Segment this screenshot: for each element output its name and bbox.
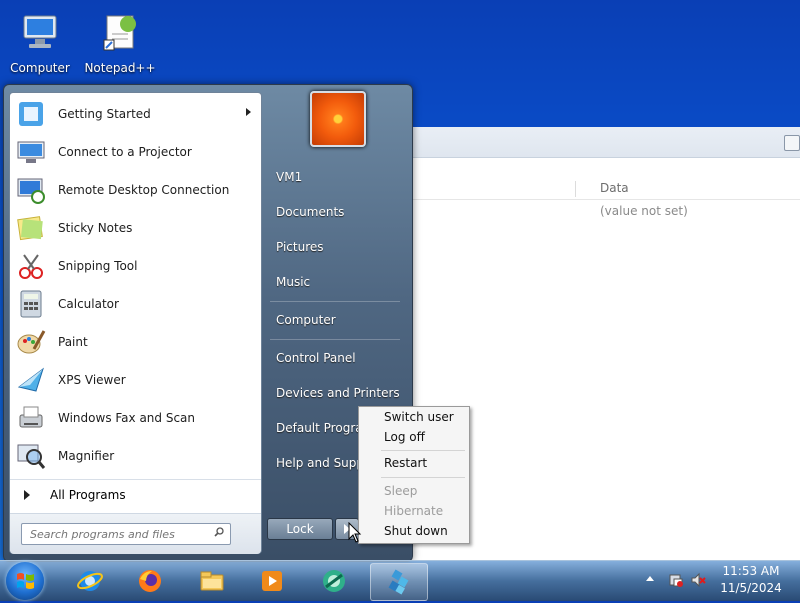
program-label: Remote Desktop Connection [58, 183, 230, 197]
program-fax-scan[interactable]: Windows Fax and Scan [10, 399, 261, 437]
paint-icon [17, 330, 46, 354]
program-xps-viewer[interactable]: XPS Viewer [10, 361, 261, 399]
right-item-devices-printers[interactable]: Devices and Printers [268, 383, 424, 403]
desktop-icon-label: Computer [10, 61, 70, 75]
speaker-muted-icon[interactable] [690, 572, 706, 588]
menu-separator [381, 450, 465, 451]
program-magnifier[interactable]: Magnifier [10, 437, 261, 475]
projector-icon [17, 141, 45, 163]
right-item-pictures[interactable]: Pictures [268, 237, 424, 257]
taskbar-registry-editor[interactable] [370, 563, 428, 601]
user-picture-avatar[interactable] [310, 91, 366, 147]
program-getting-started[interactable]: Getting Started [10, 95, 261, 133]
all-programs-label: All Programs [50, 488, 126, 502]
internet-explorer-icon [77, 571, 103, 591]
window-titlebar[interactable] [405, 127, 800, 158]
program-snipping-tool[interactable]: Snipping Tool [10, 247, 261, 285]
clock-date: 11/5/2024 [720, 581, 782, 595]
program-label: Magnifier [58, 449, 115, 463]
menu-item-hibernate: Hibernate [384, 504, 444, 518]
getting-started-icon [19, 102, 43, 126]
file-explorer-icon [200, 571, 224, 591]
search-area [10, 513, 261, 554]
search-input[interactable] [28, 524, 212, 544]
desktop-icon-notepadpp[interactable]: Notepad++ [84, 4, 156, 75]
search-box[interactable] [21, 523, 231, 545]
program-sticky-notes[interactable]: Sticky Notes [10, 209, 261, 247]
mouse-cursor-icon [348, 522, 362, 543]
program-calculator[interactable]: Calculator [10, 285, 261, 323]
submenu-arrow-icon [246, 108, 251, 116]
windows-logo-icon [17, 573, 34, 589]
taskbar-file-explorer[interactable] [186, 563, 238, 599]
menu-item-shut-down[interactable]: Shut down [359, 521, 469, 541]
menu-item-log-off[interactable]: Log off [359, 427, 469, 447]
xps-viewer-icon [17, 367, 44, 392]
right-item-vm1[interactable]: VM1 [268, 167, 424, 187]
expand-arrow-icon [24, 490, 30, 500]
taskbar-media-player[interactable] [246, 563, 298, 599]
taskbar-internet-explorer[interactable] [64, 563, 116, 599]
program-paint[interactable]: Paint [10, 323, 261, 361]
computer-icon [23, 15, 57, 48]
column-separator[interactable] [575, 181, 576, 197]
taskbar-firefox[interactable] [124, 563, 176, 599]
power-options-menu: Switch user Log off Restart Sleep Hibern… [358, 406, 470, 544]
taskbar-disk-cleanup[interactable] [308, 563, 360, 599]
disk-cleanup-icon [323, 570, 345, 592]
lock-button[interactable]: Lock [267, 518, 333, 540]
program-projector[interactable]: Connect to a Projector [10, 133, 261, 171]
menu-item-switch-user[interactable]: Switch user [359, 407, 469, 427]
desktop-icon-label: Notepad++ [84, 61, 156, 75]
snipping-tool-icon [19, 254, 43, 279]
action-center-flag-icon[interactable] [668, 572, 684, 588]
value-cell[interactable]: (value not set) [600, 204, 688, 218]
right-item-control-panel[interactable]: Control Panel [268, 348, 424, 368]
start-menu: Getting Started Connect to a Projector R… [3, 84, 413, 562]
firefox-icon [139, 570, 161, 592]
sticky-notes-icon [17, 216, 43, 241]
media-player-icon [262, 571, 282, 591]
desktop-icon-computer[interactable]: Computer [4, 4, 76, 75]
menu-item-sleep: Sleep [384, 484, 418, 498]
notepadpp-icon [103, 15, 136, 51]
close-button[interactable] [784, 135, 800, 151]
program-label: Getting Started [58, 107, 151, 121]
calculator-icon [20, 290, 42, 318]
program-label: XPS Viewer [58, 373, 126, 387]
system-clock[interactable]: 11:53 AM 11/5/2024 [716, 563, 786, 597]
program-label: Connect to a Projector [58, 145, 192, 159]
all-programs-button[interactable]: All Programs [10, 479, 261, 510]
fax-scan-icon [19, 406, 43, 428]
right-separator [270, 301, 400, 302]
program-remote-desktop[interactable]: Remote Desktop Connection [10, 171, 261, 209]
programs-pane: Getting Started Connect to a Projector R… [9, 92, 262, 554]
right-item-computer[interactable]: Computer [268, 310, 424, 330]
menu-item-restart[interactable]: Restart [359, 453, 469, 473]
right-item-documents[interactable]: Documents [268, 202, 424, 222]
start-button[interactable] [6, 562, 44, 600]
program-label: Snipping Tool [58, 259, 138, 273]
show-hidden-icons-button[interactable] [646, 576, 654, 581]
magnifier-icon [17, 444, 46, 469]
menu-separator [381, 477, 465, 478]
column-header-data[interactable]: Data [600, 181, 629, 195]
registry-editor-icon [388, 569, 409, 595]
search-icon[interactable] [214, 527, 224, 537]
program-label: Sticky Notes [58, 221, 133, 235]
right-separator [270, 339, 400, 340]
program-label: Paint [58, 335, 88, 349]
program-label: Windows Fax and Scan [58, 411, 196, 425]
clock-time: 11:53 AM [722, 564, 780, 578]
program-label: Calculator [58, 297, 119, 311]
remote-desktop-icon [17, 178, 45, 204]
right-item-music[interactable]: Music [268, 272, 424, 292]
